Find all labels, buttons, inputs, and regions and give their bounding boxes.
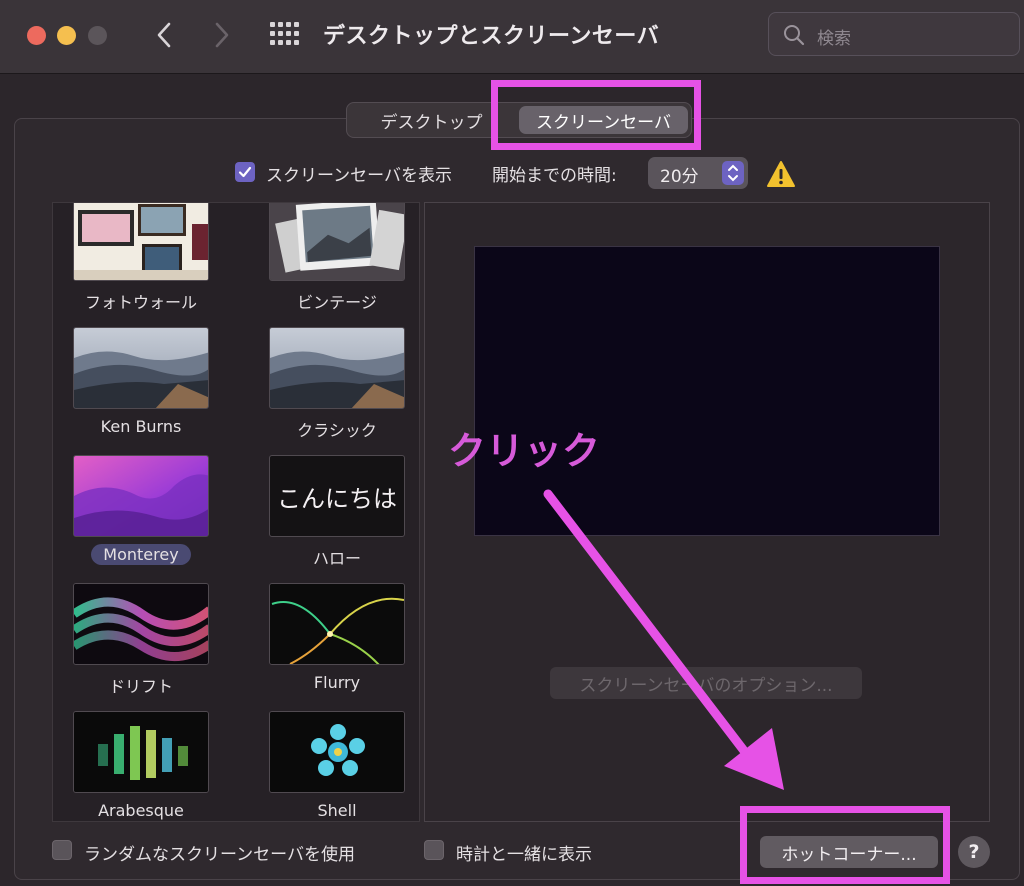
back-button[interactable]	[146, 17, 182, 53]
saver-thumbnail	[269, 583, 405, 665]
highlight-screensaver-tab	[491, 80, 701, 150]
screensaver-preview	[474, 246, 940, 536]
checkmark-icon	[238, 166, 252, 178]
forward-button[interactable]	[204, 17, 240, 53]
start-time-value: 20分	[660, 167, 699, 187]
show-all-grid-icon[interactable]	[270, 22, 300, 46]
saver-label: ビンテージ	[297, 293, 377, 312]
show-clock-label: 時計と一緒に表示	[456, 845, 592, 865]
click-annotation: クリック	[448, 429, 601, 473]
saver-thumbnail	[73, 583, 209, 665]
saver-label: Arabesque	[98, 801, 184, 820]
chevron-right-icon	[215, 22, 229, 48]
show-screensaver-label: スクリーンセーバを表示	[266, 166, 452, 186]
saver-thumbnail	[269, 327, 405, 409]
show-screensaver-checkbox[interactable]	[235, 162, 255, 182]
start-time-popup[interactable]: 20分	[648, 157, 748, 189]
hello-thumb-text: こんにちは	[277, 484, 397, 513]
screensaver-options-button[interactable]: スクリーンセーバのオプション...	[550, 667, 862, 699]
window-title: デスクトップとスクリーンセーバ	[323, 24, 660, 49]
saver-thumbnail: こんにちは	[269, 455, 405, 537]
help-button[interactable]: ?	[958, 836, 990, 868]
saver-label: フォトウォール	[84, 293, 197, 312]
search-icon	[784, 25, 805, 46]
warning-icon[interactable]	[766, 160, 796, 188]
saver-label: クラシック	[297, 421, 377, 440]
saver-thumbnail	[73, 455, 209, 537]
title-bar: デスクトップとスクリーンセーバ 検索	[0, 0, 1024, 74]
updown-chevron-icon	[722, 161, 744, 185]
saver-thumbnail	[73, 711, 209, 793]
saver-thumbnail	[269, 203, 405, 281]
close-window-button[interactable]	[27, 26, 46, 45]
saver-label: Flurry	[313, 673, 361, 692]
saver-label: ドリフト	[108, 677, 173, 696]
saver-label: ハロー	[312, 549, 361, 568]
saver-thumbnail	[73, 203, 209, 281]
start-time-label: 開始までの時間:	[492, 166, 617, 186]
minimize-window-button[interactable]	[57, 26, 76, 45]
chevron-left-icon	[157, 22, 171, 48]
saver-label: Monterey	[91, 544, 191, 565]
saver-label: Shell	[317, 801, 357, 820]
search-placeholder: 検索	[817, 29, 851, 49]
search-field[interactable]: 検索	[768, 12, 1020, 56]
screensaver-list[interactable]: フォトウォール ビンテージ Ken Burns クラシック Monterey こ…	[52, 202, 420, 822]
random-screensaver-checkbox[interactable]	[52, 840, 72, 860]
saver-thumbnail	[269, 711, 405, 793]
random-screensaver-label: ランダムなスクリーンセーバを使用	[84, 845, 355, 865]
show-clock-checkbox[interactable]	[424, 840, 444, 860]
saver-label: Ken Burns	[100, 417, 182, 436]
highlight-hot-corners	[740, 806, 950, 884]
saver-thumbnail	[73, 327, 209, 409]
zoom-window-button[interactable]	[88, 26, 107, 45]
